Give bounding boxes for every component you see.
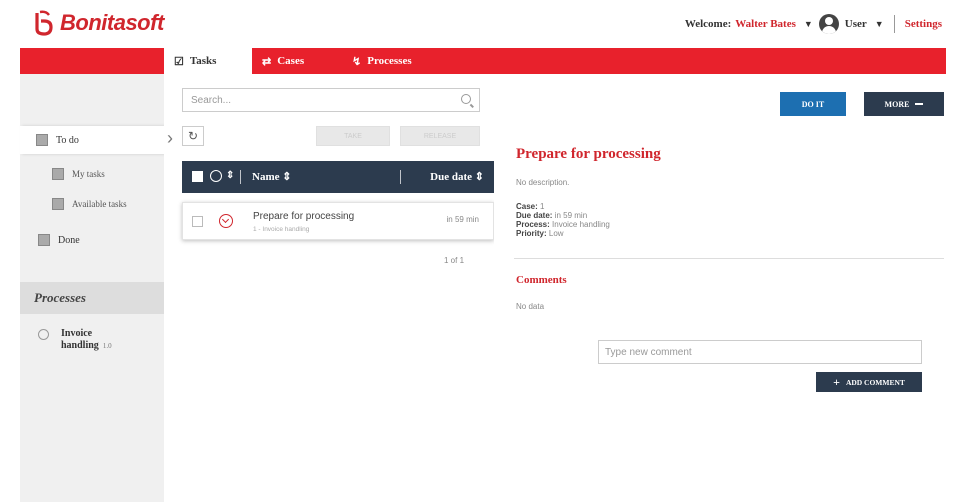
minus-icon bbox=[915, 103, 924, 105]
search-placeholder: Search... bbox=[191, 94, 232, 106]
task-title: Prepare for processing bbox=[516, 146, 661, 162]
welcome-label: Welcome: bbox=[684, 18, 732, 30]
tab-cases[interactable]: ⇄ Cases bbox=[262, 48, 304, 74]
add-comment-label: ADD COMMENT bbox=[845, 377, 905, 387]
process-item-invoice-handling[interactable]: Invoice handling 1.0 bbox=[38, 328, 112, 352]
caret-down-icon[interactable]: ▼ bbox=[804, 19, 813, 29]
task-state-icon bbox=[219, 214, 233, 228]
bonitasoft-logo[interactable]: Bonitasoft bbox=[32, 9, 164, 37]
task-due-date: in 59 min bbox=[446, 215, 479, 224]
task-metadata: Case: 1 Due date: in 59 min Process: Inv… bbox=[516, 202, 610, 238]
search-input[interactable]: Search... bbox=[182, 88, 480, 112]
tab-processes-label: Processes bbox=[367, 55, 412, 67]
refresh-button[interactable]: ↻ bbox=[182, 126, 204, 146]
logo-text: Bonitasoft bbox=[60, 10, 164, 35]
divider bbox=[240, 170, 241, 184]
task-case: 1 - Invoice handling bbox=[253, 226, 310, 233]
comment-placeholder: Type new comment bbox=[605, 346, 692, 358]
radio-icon[interactable] bbox=[38, 329, 49, 340]
sidebar: To do My tasks Available tasks Done Proc… bbox=[20, 74, 164, 502]
tab-tasks-label: Tasks bbox=[189, 55, 217, 67]
inbox-icon bbox=[36, 134, 48, 146]
sidebar-item-done[interactable]: Done bbox=[38, 234, 80, 246]
main-nav: ☑ Tasks ⇄ Cases ↯ Processes bbox=[20, 48, 946, 74]
processes-icon: ↯ bbox=[352, 55, 362, 68]
processes-header: Processes bbox=[20, 282, 164, 314]
comment-input[interactable]: Type new comment bbox=[598, 340, 922, 364]
task-list-panel: Search... › ↻ TAKE RELEASE ⇕ Name ⇕ Due … bbox=[164, 74, 494, 502]
sidebar-item-label: Available tasks bbox=[72, 199, 127, 209]
take-button[interactable]: TAKE bbox=[316, 126, 390, 146]
tab-tasks[interactable]: ☑ Tasks bbox=[164, 48, 252, 74]
column-header-name[interactable]: Name ⇕ bbox=[252, 170, 291, 183]
sidebar-item-todo[interactable]: To do bbox=[20, 126, 164, 154]
caret-down-icon[interactable]: ▼ bbox=[875, 19, 884, 29]
user-name[interactable]: Walter Bates bbox=[735, 18, 796, 30]
sidebar-item-label: To do bbox=[56, 134, 79, 146]
due-label: Due date: bbox=[516, 211, 553, 220]
priority-value: Low bbox=[548, 229, 564, 238]
tasks-icon bbox=[52, 168, 64, 180]
avatar[interactable] bbox=[818, 14, 839, 34]
row-checkbox[interactable] bbox=[192, 216, 203, 227]
process-value: Invoice handling bbox=[552, 220, 610, 229]
sidebar-item-available-tasks[interactable]: Available tasks bbox=[52, 198, 127, 210]
tab-processes[interactable]: ↯ Processes bbox=[352, 48, 412, 74]
sidebar-item-label: My tasks bbox=[72, 169, 105, 179]
table-header: ⇕ Name ⇕ Due date ⇕ bbox=[182, 161, 494, 193]
divider bbox=[514, 258, 944, 259]
due-value: in 59 min bbox=[554, 211, 588, 220]
tab-cases-label: Cases bbox=[277, 55, 305, 67]
chevron-right-icon[interactable]: › bbox=[167, 128, 173, 149]
search-icon[interactable] bbox=[461, 94, 471, 104]
more-button-label: MORE bbox=[884, 99, 910, 109]
process-label: Process: bbox=[516, 220, 550, 229]
add-comment-button[interactable]: + ADD COMMENT bbox=[816, 372, 922, 392]
settings-link[interactable]: Settings bbox=[905, 18, 942, 30]
process-name: Invoice handling 1.0 bbox=[61, 328, 112, 352]
archive-icon bbox=[38, 234, 50, 246]
cases-icon: ⇄ bbox=[262, 55, 272, 68]
select-all-checkbox[interactable] bbox=[192, 171, 203, 182]
sort-icon[interactable]: ⇕ bbox=[226, 170, 234, 181]
pager: 1 of 1 bbox=[444, 256, 465, 265]
process-name-line2: handling bbox=[61, 340, 99, 351]
priority-label: Priority: bbox=[516, 229, 547, 238]
table-row[interactable]: Prepare for processing 1 - Invoice handl… bbox=[182, 202, 494, 240]
task-description: No description. bbox=[516, 178, 570, 187]
comments-title: Comments bbox=[516, 274, 567, 286]
task-detail-panel: DO IT MORE Prepare for processing No des… bbox=[494, 74, 946, 502]
top-header: Bonitasoft Welcome: Walter Bates ▼ User … bbox=[0, 0, 966, 48]
task-name: Prepare for processing bbox=[253, 211, 355, 222]
process-name-line1: Invoice bbox=[61, 328, 93, 339]
divider bbox=[893, 15, 895, 33]
do-it-button[interactable]: DO IT bbox=[780, 92, 846, 116]
bonita-logo-icon bbox=[35, 10, 53, 36]
user-menu-label[interactable]: User bbox=[845, 18, 867, 30]
refresh-icon: ↻ bbox=[187, 129, 199, 143]
case-label: Case: bbox=[516, 202, 538, 211]
tasks-icon bbox=[52, 198, 64, 210]
sidebar-item-my-tasks[interactable]: My tasks bbox=[52, 168, 105, 180]
check-square-icon: ☑ bbox=[174, 55, 184, 68]
user-area: Welcome: Walter Bates ▼ User ▼ Settings bbox=[685, 14, 942, 34]
divider bbox=[400, 170, 401, 184]
release-button[interactable]: RELEASE bbox=[400, 126, 480, 146]
more-button[interactable]: MORE bbox=[864, 92, 944, 116]
column-header-due-date[interactable]: Due date ⇕ bbox=[430, 170, 484, 183]
comments-empty: No data bbox=[516, 302, 545, 311]
sidebar-item-label: Done bbox=[58, 234, 80, 246]
state-column-icon bbox=[210, 170, 222, 182]
case-value: 1 bbox=[540, 202, 545, 211]
plus-icon: + bbox=[833, 374, 840, 389]
process-version: 1.0 bbox=[102, 342, 112, 350]
